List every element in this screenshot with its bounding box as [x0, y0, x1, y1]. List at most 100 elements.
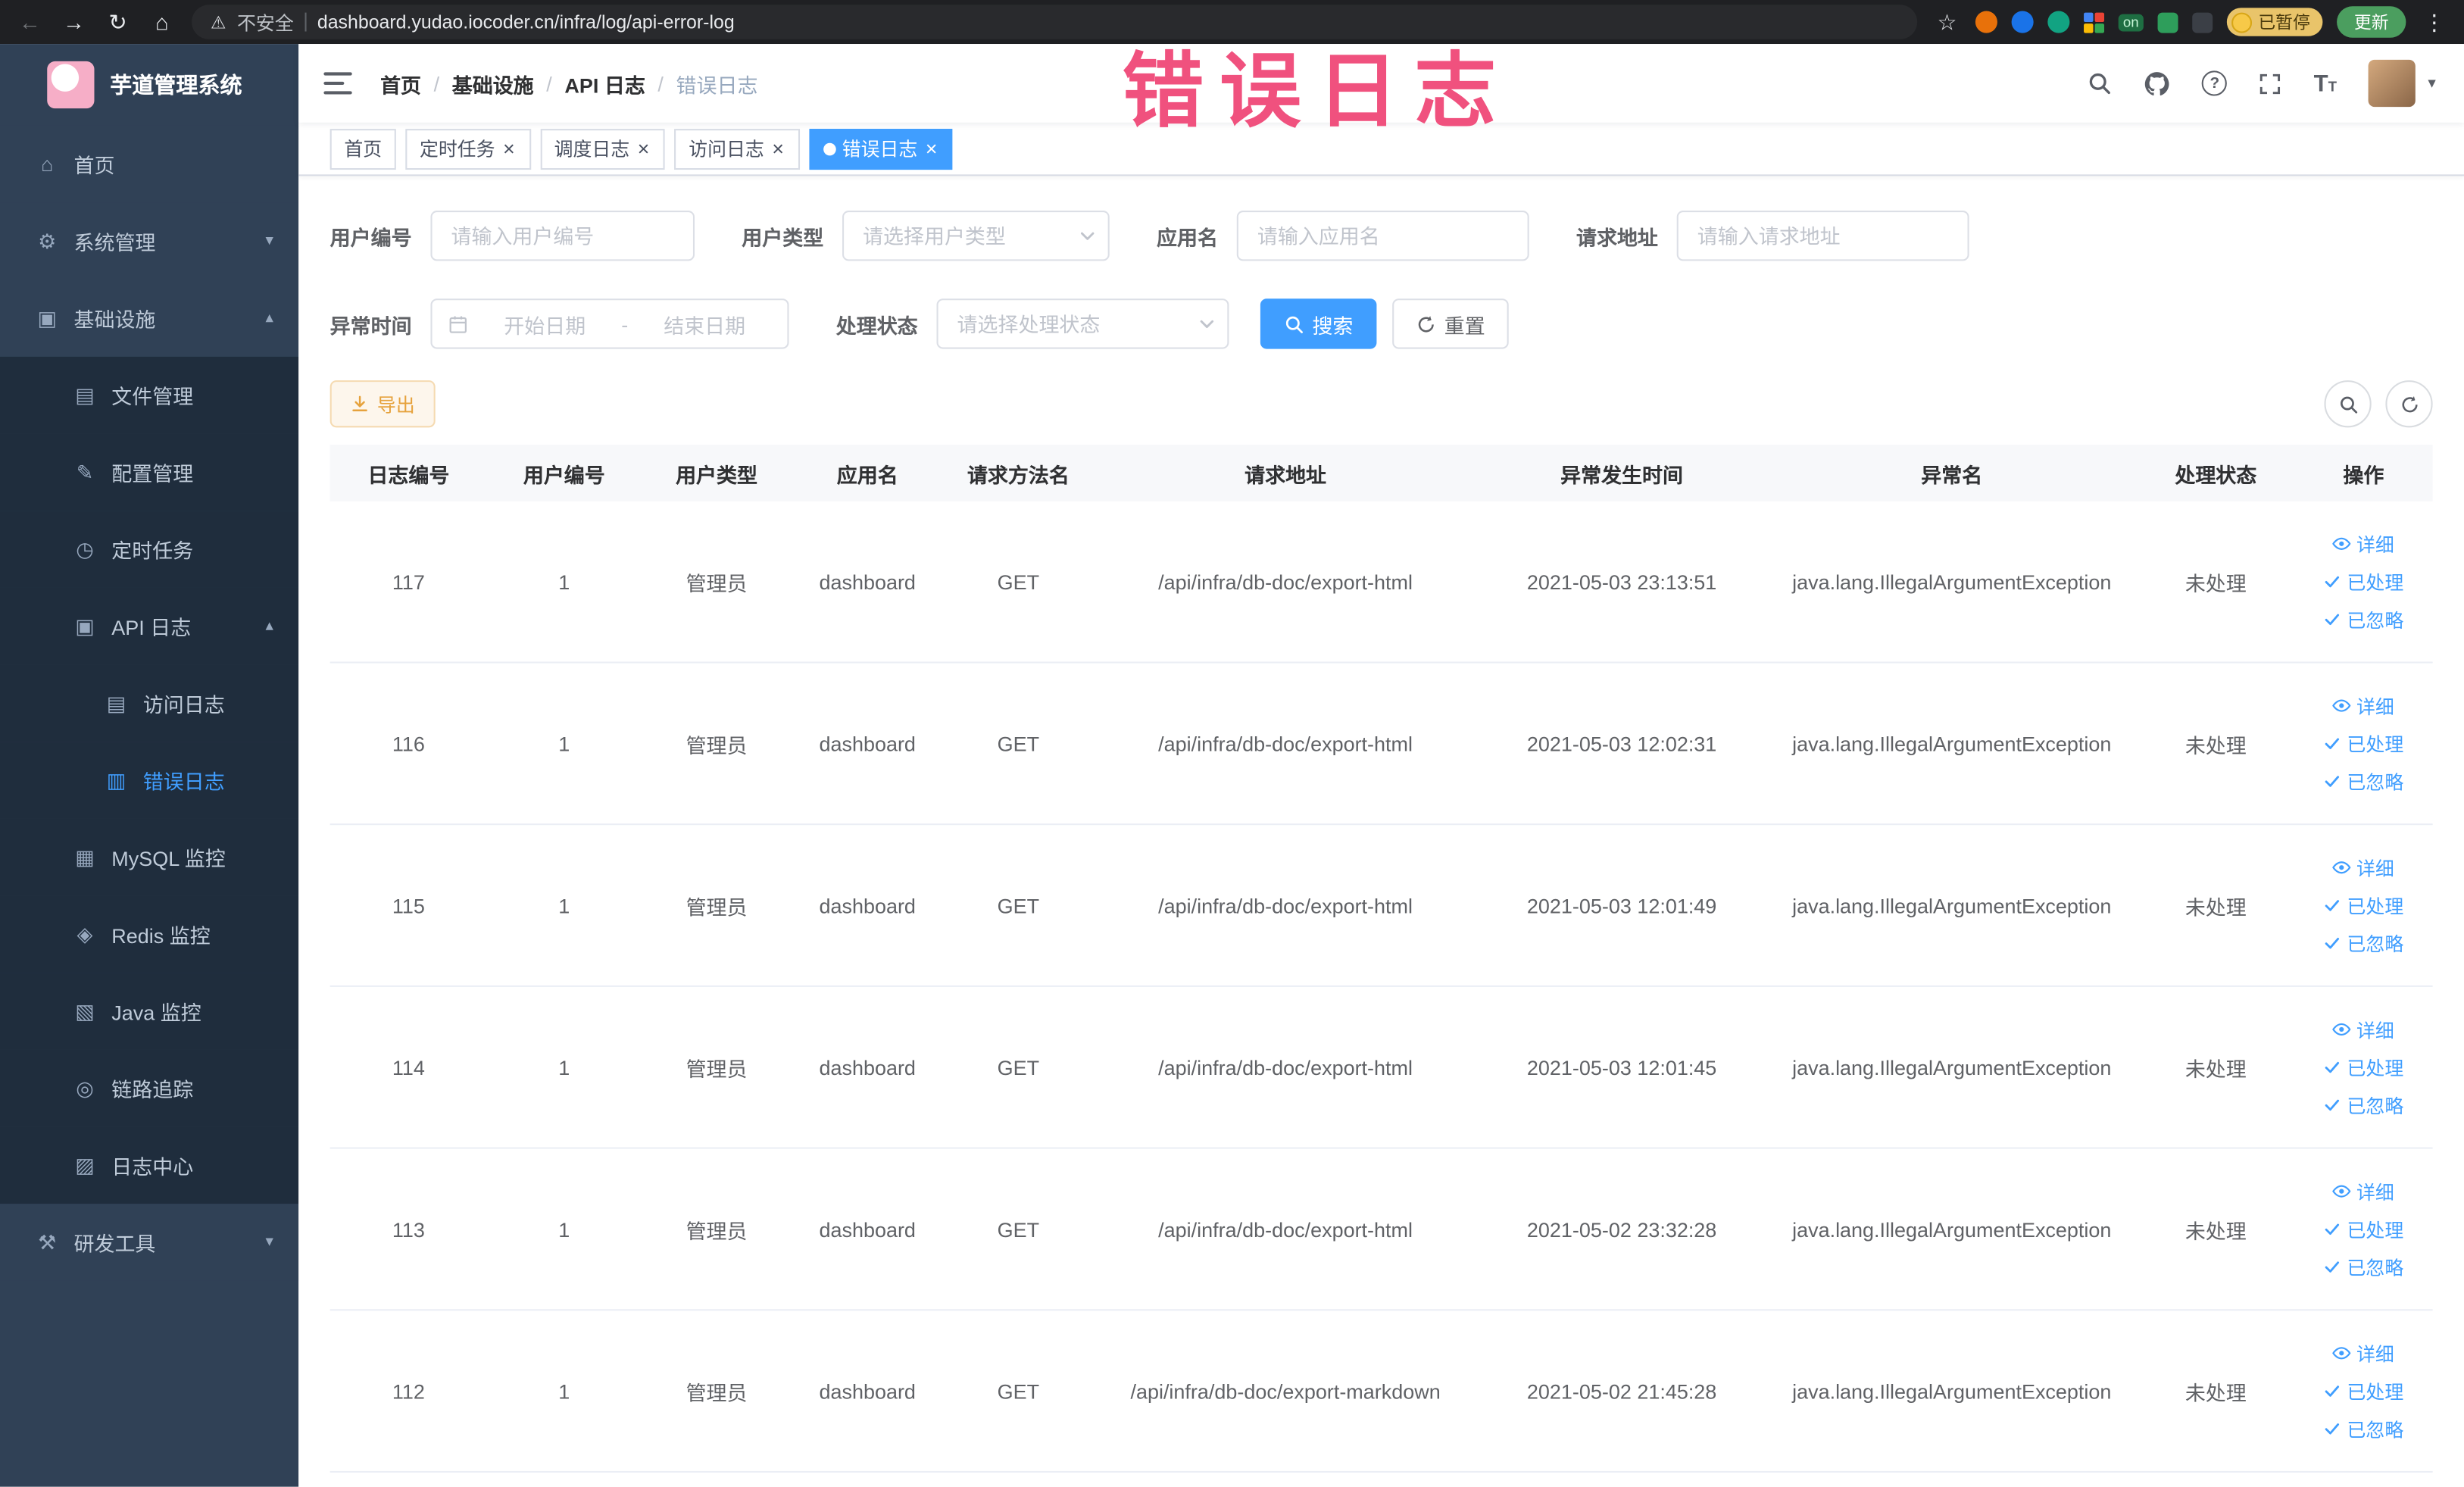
- reload-icon[interactable]: ↻: [104, 8, 132, 35]
- screenshot-root: ← → ↻ ⌂ ⚠ 不安全 dashboard.yudao.iocoder.cn…: [0, 0, 2464, 1487]
- table-toolbar: 导出: [329, 380, 2433, 428]
- collapse-sidebar-icon[interactable]: [323, 72, 352, 95]
- url-text[interactable]: dashboard.yudao.iocoder.cn/infra/log/api…: [317, 11, 735, 33]
- export-button[interactable]: 导出: [329, 380, 436, 428]
- mark-ignored-link[interactable]: 已忽略: [2323, 1254, 2403, 1280]
- detail-link[interactable]: 详细: [2333, 1178, 2394, 1204]
- extension-icon-grid[interactable]: [2084, 11, 2104, 33]
- extension-icon-green[interactable]: [2047, 11, 2070, 33]
- avatar-caret-icon[interactable]: ▾: [2428, 75, 2435, 92]
- sidebar-item[interactable]: ▤ 访问日志: [0, 664, 299, 742]
- extension-icon-dark[interactable]: [2192, 11, 2213, 33]
- sidebar-item[interactable]: ▤ 文件管理: [0, 356, 299, 434]
- request-url-input[interactable]: [1676, 211, 1969, 261]
- sidebar-item[interactable]: ▣ 基础设施 ▴: [0, 280, 299, 357]
- breadcrumb-item[interactable]: 错误日志 /: [676, 68, 758, 98]
- search-button[interactable]: 搜索: [1260, 298, 1377, 349]
- extension-on-badge[interactable]: on: [2118, 13, 2144, 31]
- address-bar[interactable]: ⚠ 不安全 dashboard.yudao.iocoder.cn/infra/l…: [192, 5, 1918, 39]
- close-icon[interactable]: ×: [770, 139, 785, 159]
- close-icon[interactable]: ×: [636, 139, 651, 159]
- sidebar-item[interactable]: ▦ MySQL 监控: [0, 818, 299, 896]
- github-icon[interactable]: [2144, 70, 2171, 96]
- sidebar-item[interactable]: ▨ 日志中心: [0, 1126, 299, 1204]
- mark-ignored-link[interactable]: 已忽略: [2323, 1415, 2403, 1442]
- fullscreen-icon[interactable]: [2259, 71, 2282, 95]
- help-icon[interactable]: ?: [2202, 70, 2228, 96]
- mark-processed-link[interactable]: 已处理: [2323, 568, 2403, 595]
- mark-processed-link[interactable]: 已处理: [2323, 1054, 2403, 1080]
- extension-icon-leaf[interactable]: [2157, 11, 2178, 33]
- process-status-select[interactable]: [936, 298, 1229, 349]
- date-separator: -: [621, 311, 629, 336]
- sidebar-item[interactable]: ✎ 配置管理: [0, 433, 299, 511]
- sidebar-item[interactable]: ◎ 链路追踪: [0, 1049, 299, 1127]
- update-button[interactable]: 更新: [2337, 6, 2406, 38]
- paused-extension-badge[interactable]: 已暂停: [2226, 8, 2323, 36]
- sidebar-item[interactable]: ◈ Redis 监控: [0, 895, 299, 973]
- detail-link[interactable]: 详细: [2333, 854, 2394, 881]
- tab[interactable]: 调度日志 ×: [539, 128, 666, 170]
- refresh-icon[interactable]: [2385, 380, 2433, 428]
- cell-exception-time: 2021-05-02 23:32:28: [1526, 1217, 1717, 1241]
- tab[interactable]: 错误日志 ×: [809, 128, 954, 170]
- cell-actions: 详细 已处理 已忽略: [2294, 664, 2433, 824]
- back-icon[interactable]: ←: [16, 9, 44, 34]
- cell-request-url: /api/infra/db-doc/export-html: [1158, 893, 1413, 917]
- mark-processed-link[interactable]: 已处理: [2323, 1216, 2403, 1242]
- detail-link[interactable]: 详细: [2333, 692, 2394, 719]
- user-type-select[interactable]: [842, 211, 1110, 261]
- extension-icon-blue[interactable]: [2011, 11, 2034, 33]
- security-label[interactable]: 不安全: [237, 8, 294, 35]
- user-id-input[interactable]: [430, 211, 695, 261]
- sidebar-item[interactable]: ▣ API 日志 ▴: [0, 587, 299, 665]
- cell-app-name: dashboard: [819, 1217, 916, 1241]
- extension-icon-orange[interactable]: [1975, 11, 1997, 33]
- detail-link[interactable]: 详细: [2333, 1016, 2394, 1042]
- cell-exception-time: 2021-05-03 12:02:31: [1526, 731, 1717, 755]
- mark-processed-link[interactable]: 已处理: [2323, 892, 2403, 918]
- sidebar-item[interactable]: ▥ 错误日志: [0, 742, 299, 819]
- forward-icon[interactable]: →: [60, 9, 88, 34]
- font-size-icon[interactable]: TT: [2314, 70, 2337, 96]
- user-avatar[interactable]: [2368, 59, 2416, 108]
- filter-row-1: 用户编号 用户类型 应用名 请求地址: [330, 211, 2433, 261]
- search-icon[interactable]: [2088, 70, 2113, 95]
- home-icon[interactable]: ⌂: [148, 9, 176, 34]
- mark-ignored-link[interactable]: 已忽略: [2323, 606, 2403, 633]
- close-icon[interactable]: ×: [501, 139, 517, 159]
- bookmark-star-icon[interactable]: ☆: [1933, 8, 1961, 35]
- sidebar-item[interactable]: ◷ 定时任务: [0, 511, 299, 588]
- request-url-label: 请求地址: [1576, 225, 1658, 249]
- sidebar-item[interactable]: ⚒ 研发工具 ▾: [0, 1204, 299, 1281]
- sidebar-logo[interactable]: 芋道管理系统: [0, 44, 298, 126]
- mark-ignored-link[interactable]: 已忽略: [2323, 767, 2403, 794]
- reset-button[interactable]: 重置: [1392, 298, 1509, 349]
- cell-exception-time: 2021-05-03 12:01:49: [1526, 893, 1717, 917]
- breadcrumb-item[interactable]: 首页 /: [380, 68, 439, 98]
- mark-processed-link[interactable]: 已处理: [2323, 1377, 2403, 1404]
- search-toggle-icon[interactable]: [2324, 380, 2372, 428]
- kebab-menu-icon[interactable]: ⋮: [2420, 8, 2448, 35]
- detail-link[interactable]: 详细: [2333, 1340, 2394, 1367]
- detail-link[interactable]: 详细: [2333, 530, 2394, 557]
- process-status-label: 处理状态: [835, 313, 918, 338]
- cell-request-url: /api/infra/db-doc/export-html: [1158, 1217, 1413, 1241]
- mark-ignored-link[interactable]: 已忽略: [2323, 1092, 2403, 1118]
- sidebar-item[interactable]: ⚙ 系统管理 ▾: [0, 202, 299, 280]
- cell-user-type: 管理员: [685, 733, 748, 757]
- sidebar-item[interactable]: ▧ Java 监控: [0, 973, 299, 1050]
- breadcrumb-item[interactable]: API 日志 /: [564, 68, 664, 98]
- tab[interactable]: 首页 ×: [329, 128, 396, 170]
- mark-processed-link[interactable]: 已处理: [2323, 730, 2403, 757]
- date-range-picker[interactable]: 开始日期 - 结束日期: [430, 298, 789, 349]
- tab[interactable]: 定时任务 ×: [405, 128, 531, 170]
- app-name-input[interactable]: [1236, 211, 1529, 261]
- cell-user-type: 管理员: [685, 1057, 748, 1081]
- close-icon[interactable]: ×: [924, 139, 939, 159]
- scheduled-job-icon: ◷: [76, 536, 94, 561]
- breadcrumb-item[interactable]: 基础设施 /: [452, 68, 552, 98]
- mark-ignored-link[interactable]: 已忽略: [2323, 929, 2403, 956]
- sidebar-item[interactable]: ⌂ 首页: [0, 125, 299, 203]
- tab[interactable]: 访问日志 ×: [674, 128, 800, 170]
